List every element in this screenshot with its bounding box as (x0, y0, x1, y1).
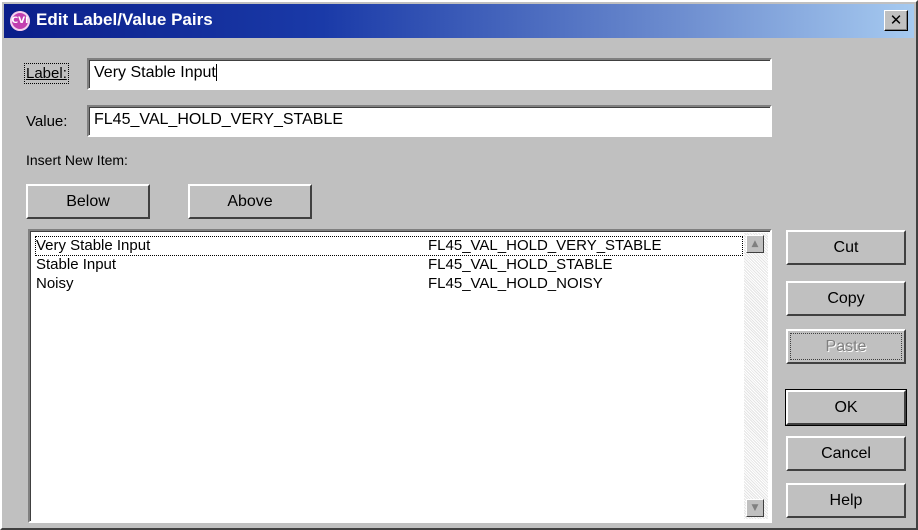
help-label: Help (829, 491, 863, 509)
cvi-app-icon[interactable]: CVI (10, 11, 30, 31)
copy-label: Copy (827, 289, 865, 307)
cut-label: Cut (833, 238, 859, 256)
value-input-value: FL45_VAL_HOLD_VERY_STABLE (94, 111, 344, 128)
list-item[interactable]: Noisy FL45_VAL_HOLD_NOISY (36, 275, 742, 293)
help-button[interactable]: Help (786, 483, 906, 518)
list-item-value: FL45_VAL_HOLD_NOISY (428, 275, 603, 292)
label-input[interactable]: Very Stable Input (87, 58, 772, 90)
paste-label: Paste (825, 337, 867, 355)
list-item-value: FL45_VAL_HOLD_STABLE (428, 256, 613, 273)
cut-button[interactable]: Cut (786, 230, 906, 265)
label-value-list[interactable]: Very Stable Input FL45_VAL_HOLD_VERY_STA… (28, 229, 772, 523)
list-item-label: Noisy (36, 275, 74, 292)
window-title: Edit Label/Value Pairs (36, 10, 213, 29)
insert-below-button[interactable]: Below (26, 184, 150, 219)
paste-button[interactable]: Paste (786, 329, 906, 364)
insert-above-label: Above (227, 192, 273, 210)
list-item-label: Very Stable Input (36, 237, 151, 254)
ok-label: OK (834, 398, 858, 416)
close-button[interactable]: ✕ (884, 10, 908, 31)
label-input-value: Very Stable Input (94, 64, 216, 81)
list-item[interactable]: Stable Input FL45_VAL_HOLD_STABLE (36, 256, 742, 274)
list-item[interactable]: Very Stable Input FL45_VAL_HOLD_VERY_STA… (35, 236, 743, 256)
list-scrollbar[interactable]: ▲ ▼ (744, 233, 768, 519)
text-caret (215, 64, 217, 81)
label-caption-text: Label: (26, 65, 67, 82)
copy-button[interactable]: Copy (786, 281, 906, 316)
cancel-label: Cancel (821, 444, 871, 462)
insert-new-item-label: Insert New Item: (26, 152, 128, 168)
scroll-down-icon[interactable]: ▼ (746, 499, 764, 517)
cancel-button[interactable]: Cancel (786, 436, 906, 471)
scroll-up-icon[interactable]: ▲ (746, 235, 764, 253)
insert-below-label: Below (66, 192, 110, 210)
list-item-value: FL45_VAL_HOLD_VERY_STABLE (428, 237, 662, 254)
label-field-caption: Label: (24, 63, 69, 84)
title-bar[interactable]: CVI Edit Label/Value Pairs ✕ (4, 4, 914, 38)
insert-above-button[interactable]: Above (188, 184, 312, 219)
edit-label-value-dialog: CVI Edit Label/Value Pairs ✕ Label: Very… (0, 0, 918, 530)
list-item-label: Stable Input (36, 256, 117, 273)
value-field-caption: Value: (26, 113, 68, 130)
value-input[interactable]: FL45_VAL_HOLD_VERY_STABLE (87, 105, 772, 137)
ok-button[interactable]: OK (785, 389, 907, 426)
